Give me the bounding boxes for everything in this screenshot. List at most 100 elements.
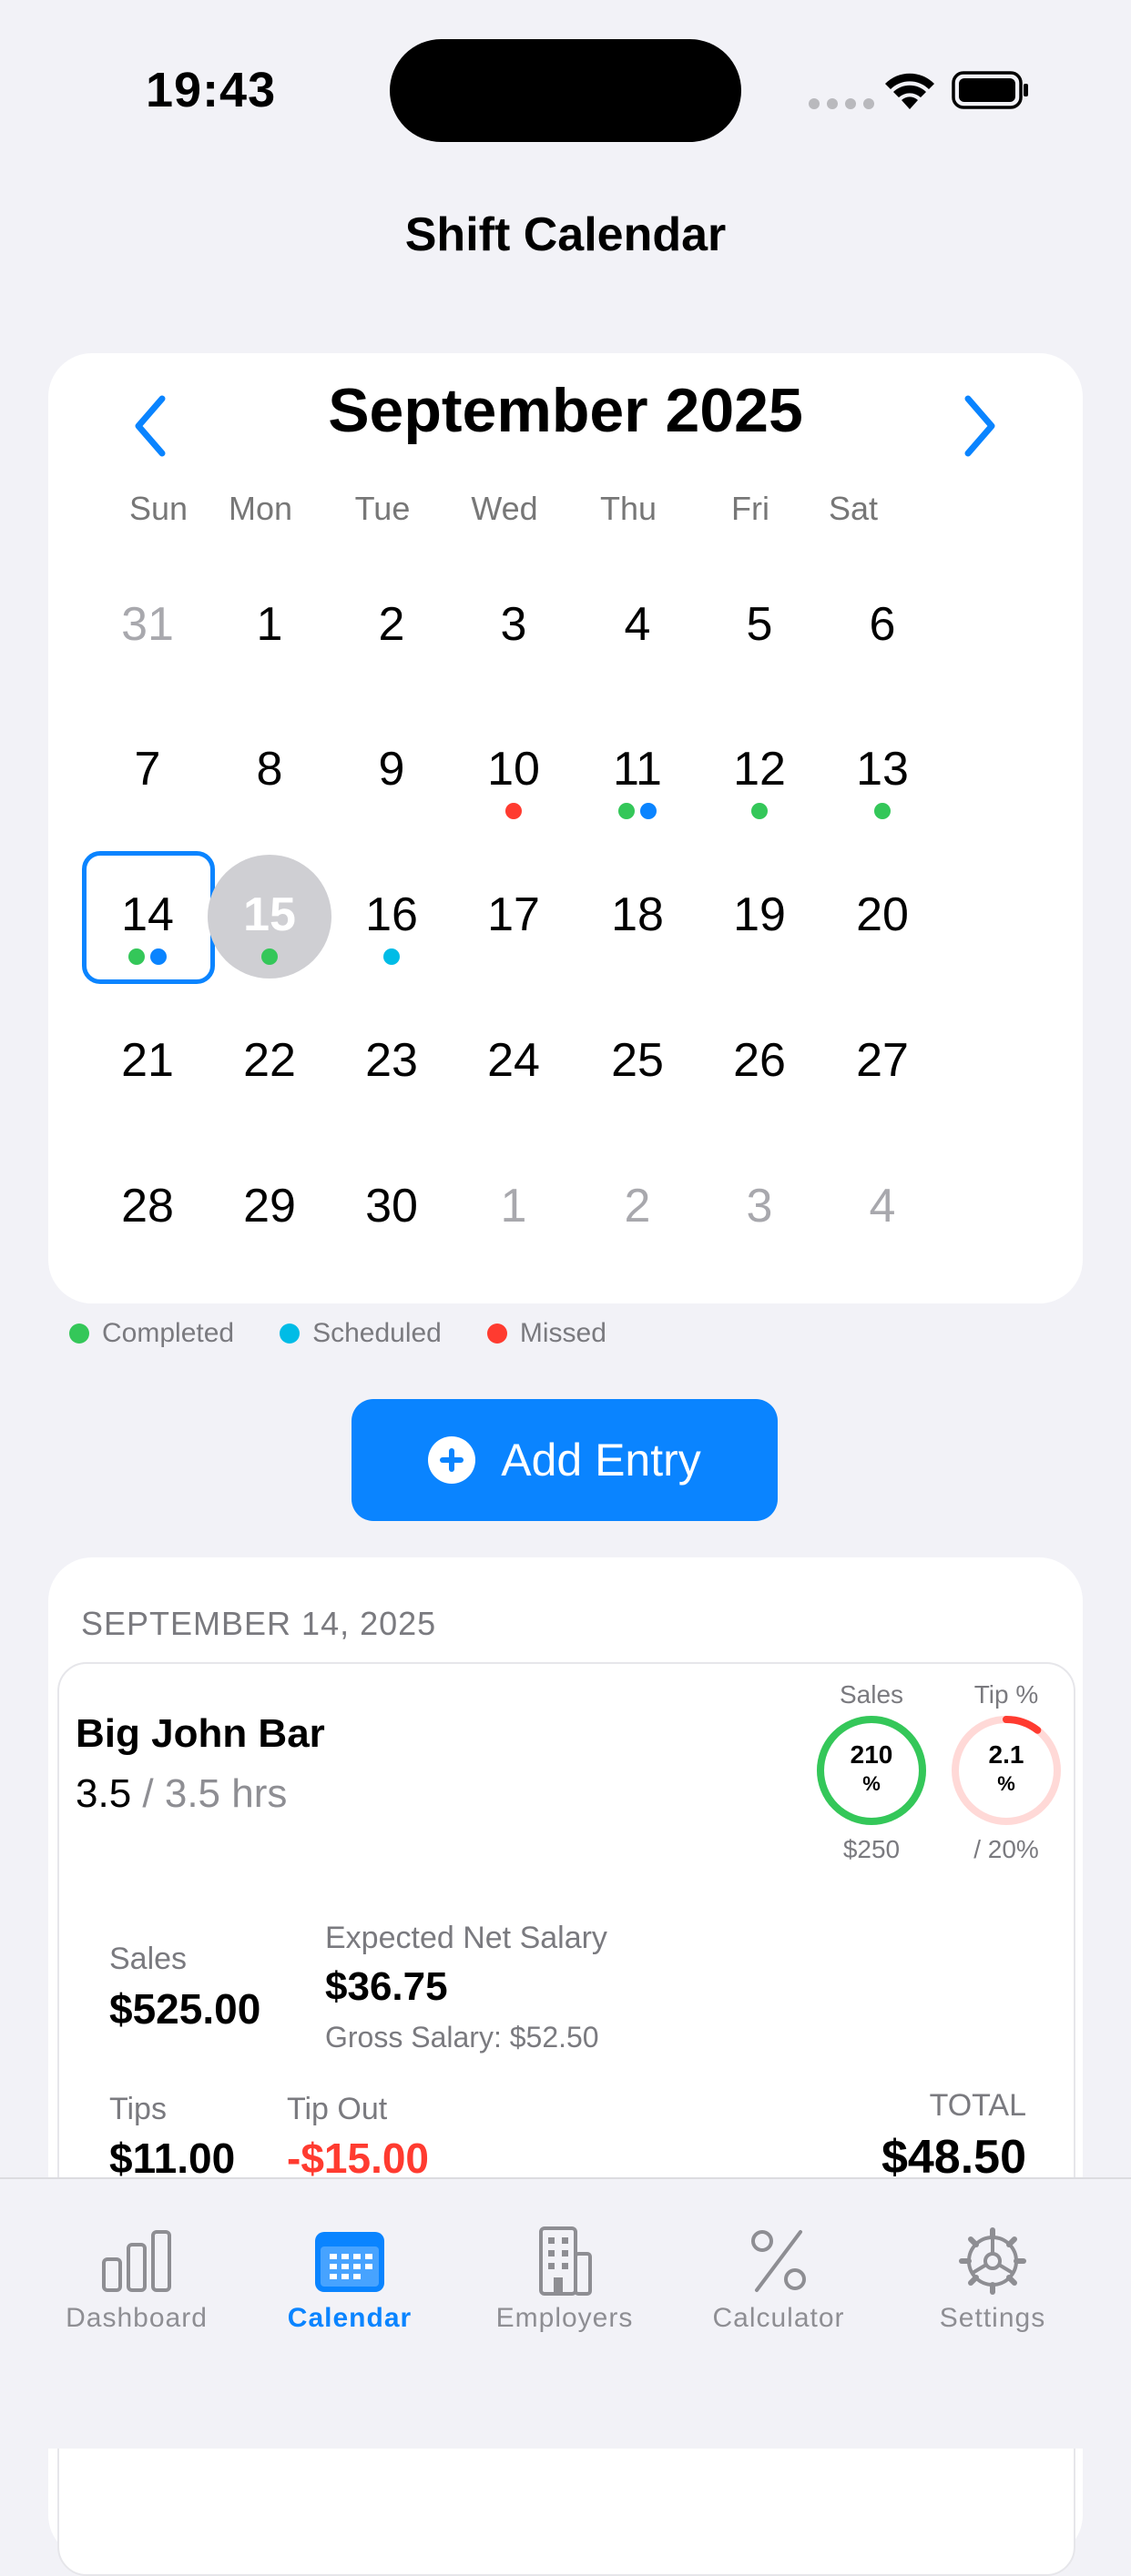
hours-worked: 3.5 / 3.5 hrs bbox=[76, 1771, 287, 1817]
hours-worked-value: 3.5 bbox=[76, 1771, 132, 1816]
tab-bar: Dashboard Calendar Employers Calculator … bbox=[0, 2177, 1131, 2449]
weekday-label: Tue bbox=[354, 490, 411, 527]
calendar-day[interactable]: 6 bbox=[820, 564, 944, 688]
calendar-day[interactable]: 23 bbox=[330, 1000, 453, 1124]
day-number: 4 bbox=[624, 598, 651, 651]
status-dot-missed bbox=[505, 803, 522, 819]
tab-dashboard-label: Dashboard bbox=[66, 2303, 208, 2333]
wifi-icon bbox=[885, 73, 934, 109]
tip-ring-value: 2.1% bbox=[988, 1740, 1024, 1796]
status-dots bbox=[576, 803, 699, 819]
add-entry-button[interactable]: Add Entry bbox=[352, 1399, 778, 1521]
legend-item: Missed bbox=[486, 1318, 606, 1349]
calendar-day[interactable]: 8 bbox=[208, 709, 331, 833]
calendar-day[interactable]: 17 bbox=[452, 855, 576, 979]
legend-label: Completed bbox=[102, 1318, 235, 1348]
legend-dot bbox=[69, 1323, 89, 1344]
calendar-day[interactable]: 2 bbox=[576, 1146, 699, 1270]
tip-ring-label: Tip % bbox=[973, 1680, 1039, 1709]
calendar-day[interactable]: 11 bbox=[576, 709, 699, 833]
calendar-day[interactable]: 5 bbox=[698, 564, 821, 688]
day-number: 24 bbox=[487, 1034, 540, 1087]
battery-icon bbox=[952, 71, 1028, 109]
calendar-day[interactable]: 19 bbox=[698, 855, 821, 979]
calendar-day[interactable]: 10 bbox=[452, 709, 576, 833]
calendar-day-selected[interactable]: 14 bbox=[82, 851, 215, 984]
tip-ring-target: / 20% bbox=[973, 1835, 1039, 1863]
calendar-day[interactable]: 7 bbox=[86, 709, 209, 833]
next-month-button[interactable] bbox=[950, 390, 1004, 462]
tip-out-label: Tip Out bbox=[287, 2092, 388, 2126]
calendar-day[interactable]: 30 bbox=[330, 1146, 453, 1270]
calendar-day[interactable]: 1 bbox=[452, 1146, 576, 1270]
calendar-day[interactable]: 4 bbox=[820, 1146, 944, 1270]
calendar-day[interactable]: 21 bbox=[86, 1000, 209, 1124]
calendar-day[interactable]: 9 bbox=[330, 709, 453, 833]
calendar-day[interactable]: 18 bbox=[576, 855, 699, 979]
sales-ring-target: $250 bbox=[842, 1835, 901, 1863]
tab-employers-label: Employers bbox=[495, 2303, 634, 2333]
status-dots bbox=[330, 948, 453, 965]
legend-dot bbox=[486, 1323, 507, 1344]
calendar-day-today[interactable]: 15 bbox=[208, 855, 331, 979]
day-number: 1 bbox=[500, 1180, 527, 1232]
legend-label: Scheduled bbox=[312, 1318, 442, 1348]
expected-net-salary-value: $36.75 bbox=[325, 1964, 448, 2009]
status-time: 19:43 bbox=[146, 63, 277, 117]
calendar-day[interactable]: 13 bbox=[820, 709, 944, 833]
tab-settings[interactable]: Settings bbox=[892, 2226, 1093, 2334]
day-number: 6 bbox=[869, 598, 896, 651]
hours-expected: / 3.5 hrs bbox=[142, 1771, 288, 1816]
weekday-label: Sat bbox=[828, 490, 879, 527]
weekday-label: Wed bbox=[471, 490, 538, 527]
status-dots bbox=[698, 803, 821, 819]
day-number: 28 bbox=[121, 1180, 174, 1232]
day-number: 12 bbox=[733, 743, 786, 796]
day-number: 3 bbox=[746, 1180, 773, 1232]
day-number: 31 bbox=[121, 598, 174, 651]
day-number: 18 bbox=[611, 888, 664, 941]
tab-dashboard[interactable]: Dashboard bbox=[36, 2226, 237, 2334]
calendar-day[interactable]: 3 bbox=[698, 1146, 821, 1270]
calendar-day[interactable]: 29 bbox=[208, 1146, 331, 1270]
calendar-day[interactable]: 28 bbox=[86, 1146, 209, 1270]
calendar-day[interactable]: 2 bbox=[330, 564, 453, 688]
legend-item: Scheduled bbox=[280, 1318, 442, 1349]
page-title: Shift Calendar bbox=[404, 208, 727, 261]
calendar-day[interactable]: 22 bbox=[208, 1000, 331, 1124]
dynamic-island bbox=[390, 39, 741, 142]
status-dot-completed bbox=[751, 803, 768, 819]
calendar-day[interactable]: 16 bbox=[330, 855, 453, 979]
calendar-day[interactable]: 3 bbox=[452, 564, 576, 688]
tab-calendar[interactable]: Calendar bbox=[250, 2226, 450, 2334]
calendar-day[interactable]: 31 bbox=[86, 564, 209, 688]
day-number: 29 bbox=[243, 1180, 296, 1232]
tab-calendar-label: Calendar bbox=[287, 2303, 413, 2333]
tab-employers[interactable]: Employers bbox=[464, 2226, 665, 2334]
day-number: 3 bbox=[500, 598, 527, 651]
status-dots bbox=[452, 803, 576, 819]
gross-salary: Gross Salary: $52.50 bbox=[325, 2021, 599, 2054]
tab-calculator[interactable]: Calculator bbox=[678, 2226, 879, 2334]
day-number: 10 bbox=[487, 743, 540, 796]
status-dot-completed bbox=[874, 803, 891, 819]
calendar-day[interactable]: 12 bbox=[698, 709, 821, 833]
legend-item: Completed bbox=[69, 1318, 234, 1349]
calendar-day[interactable]: 27 bbox=[820, 1000, 944, 1124]
day-number: 21 bbox=[121, 1034, 174, 1087]
status-dot-completed bbox=[618, 803, 635, 819]
calendar-day[interactable]: 25 bbox=[576, 1000, 699, 1124]
calendar-day[interactable]: 4 bbox=[576, 564, 699, 688]
total-label: TOTAL bbox=[929, 2088, 1026, 2123]
legend-dot bbox=[280, 1323, 301, 1344]
weekday-label: Thu bbox=[599, 490, 657, 527]
day-number: 27 bbox=[856, 1034, 909, 1087]
calendar-day[interactable]: 26 bbox=[698, 1000, 821, 1124]
day-number: 11 bbox=[613, 743, 662, 796]
day-number: 25 bbox=[611, 1034, 664, 1087]
calendar-day[interactable]: 24 bbox=[452, 1000, 576, 1124]
calendar-day[interactable]: 20 bbox=[820, 855, 944, 979]
day-number: 5 bbox=[746, 598, 773, 651]
calendar-day[interactable]: 1 bbox=[208, 564, 331, 688]
status-dot-blue bbox=[640, 803, 657, 819]
